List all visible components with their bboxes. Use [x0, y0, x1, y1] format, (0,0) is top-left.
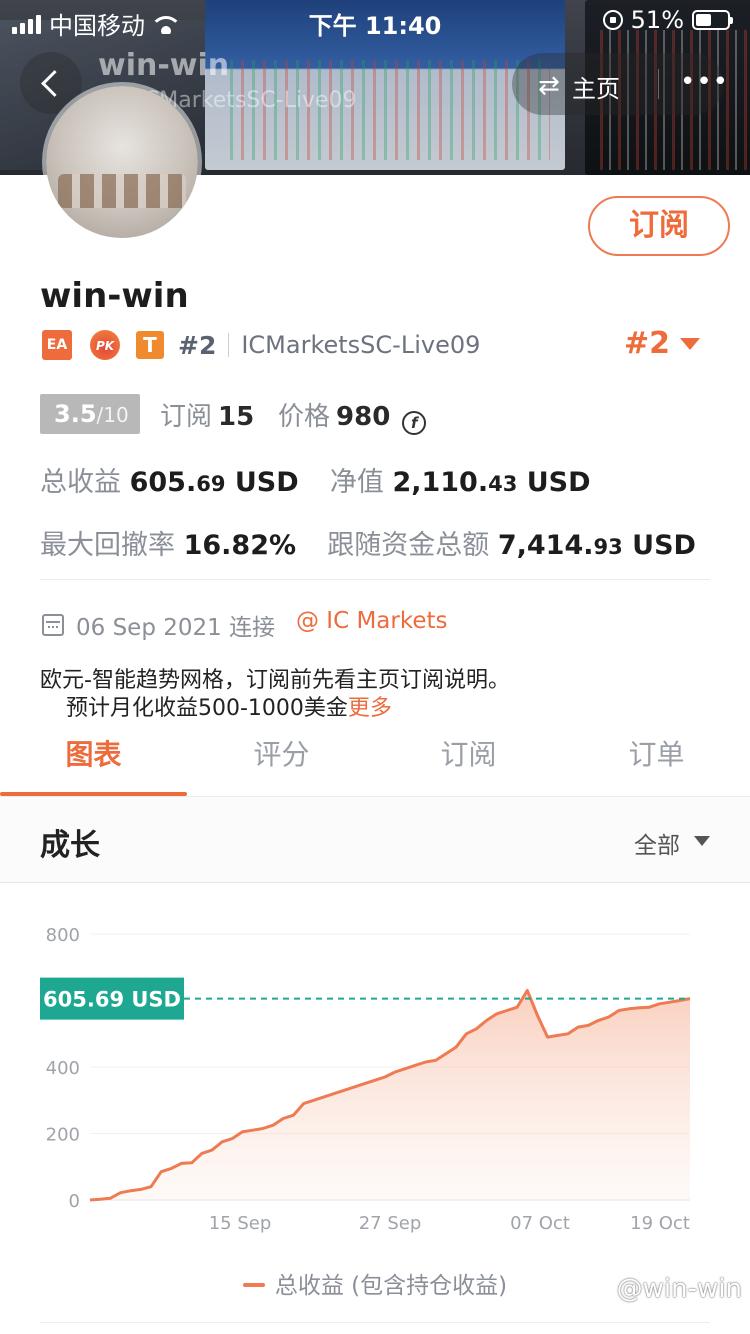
rotation-lock-icon — [602, 10, 623, 30]
connect-date: 06 Sep 2021 连接 — [76, 615, 276, 641]
x-tick-label: 15 Sep — [209, 1213, 272, 1234]
subscribers-label: 订阅 — [160, 402, 213, 432]
price-value: 980 — [336, 402, 391, 432]
t-badge-icon[interactable]: T — [136, 331, 164, 359]
price-stat: 价格 980 f — [278, 396, 427, 435]
x-tick-label: 07 Oct — [510, 1213, 570, 1234]
series-area — [90, 990, 690, 1200]
follow-value: 7,414.93 USD — [498, 530, 696, 561]
caret-down-icon[interactable] — [694, 836, 710, 846]
legend-swatch — [242, 1283, 265, 1287]
nav-title: win-win — [98, 48, 230, 83]
chevron-left-icon — [40, 69, 68, 97]
y-tick-label: 200 — [46, 1125, 80, 1146]
server-name: ICMarketsSC-Live09 — [241, 331, 481, 359]
pk-badge-icon[interactable]: PK — [90, 330, 120, 360]
metrics-row-2: 最大回撤率 16.82% 跟随资金总额 7,414.93 USD — [40, 523, 696, 562]
divider — [40, 579, 710, 580]
more-link[interactable]: 更多 — [348, 696, 392, 721]
section-divider — [0, 882, 750, 883]
metrics-row-1: 总收益 605.69 USD 净值 2,110.43 USD — [40, 460, 591, 499]
status-bar: 中国移动 下午 11:40 51% — [0, 0, 750, 40]
status-right-group: 51% — [602, 6, 733, 34]
y-tick-label: 800 — [46, 925, 80, 946]
subscribe-button[interactable]: 订阅 — [588, 196, 730, 256]
drawdown-value: 16.82% — [183, 530, 297, 561]
tab-bar: 图表 评分 订阅 订单 — [0, 726, 750, 796]
swap-icon[interactable]: ⇄ — [538, 71, 560, 101]
total-profit-int: 605. — [129, 467, 197, 498]
section-title: 成长 — [40, 828, 100, 863]
follow-label: 跟随资金总额 — [327, 530, 490, 561]
watermark: @win-win — [616, 1274, 742, 1304]
home-button[interactable]: 主页 — [572, 69, 620, 104]
caret-down-icon[interactable] — [680, 338, 700, 350]
bottom-divider — [40, 1322, 710, 1323]
broker-link[interactable]: @ IC Markets — [296, 608, 448, 634]
current-value-label: 605.69 USD — [43, 988, 181, 1012]
badge-row: EA PK T #2 ICMarketsSC-Live09 — [42, 328, 480, 362]
avatar[interactable] — [46, 86, 198, 238]
total-profit-unit: USD — [234, 467, 299, 498]
description-line-2: 预计月化收益500-1000美金更多 — [66, 690, 392, 722]
score-max: /10 — [96, 403, 129, 427]
x-tick-label: 19 Oct — [630, 1213, 690, 1234]
total-profit-value: 605.69 USD — [130, 467, 299, 498]
legend-label: 总收益 (包含持仓收益) — [274, 1273, 508, 1299]
tab-orders[interactable]: 订单 — [563, 726, 750, 796]
rank-label: #2 — [178, 330, 217, 360]
description-text-2: 预计月化收益500-1000美金 — [66, 696, 348, 721]
subscribers-stat: 订阅 15 — [160, 396, 254, 433]
price-label: 价格 — [278, 402, 331, 432]
score-badge: 3.5/10 — [40, 394, 140, 434]
range-selector[interactable]: 全部 — [634, 826, 680, 860]
drawdown-label: 最大回撤率 — [40, 530, 175, 561]
equity-dec: 43 — [488, 472, 518, 496]
battery-icon — [692, 10, 733, 30]
pill-divider — [658, 69, 659, 99]
coin-icon: f — [402, 411, 427, 435]
trader-name: win-win — [40, 276, 189, 316]
total-profit-label: 总收益 — [40, 467, 121, 498]
equity-value: 2,110.43 USD — [392, 467, 590, 498]
follow-unit: USD — [632, 530, 696, 561]
connect-info: 06 Sep 2021 连接 — [42, 608, 275, 642]
battery-percent: 51% — [630, 6, 684, 34]
tab-chart[interactable]: 图表 — [0, 726, 187, 796]
equity-int: 2,110. — [392, 467, 489, 498]
ea-badge-icon[interactable]: EA — [42, 330, 72, 360]
more-icon[interactable]: ••• — [680, 67, 729, 97]
y-tick-label: 0 — [69, 1191, 80, 1212]
y-tick-label: 400 — [46, 1058, 80, 1079]
badge-separator — [228, 333, 230, 357]
calendar-icon — [42, 614, 64, 636]
follow-dec: 93 — [593, 535, 623, 559]
growth-chart[interactable]: 0 200 400 800 15 Sep 27 Sep 07 Oct 19 Oct 605.… — [0, 900, 750, 1260]
home-pill: ⇄ 主页 ••• — [512, 53, 728, 115]
tab-subscribe[interactable]: 订阅 — [375, 726, 562, 796]
follow-int: 7,414. — [497, 530, 594, 561]
equity-label: 净值 — [329, 467, 384, 498]
score-value: 3.5 — [54, 400, 97, 428]
rank-selector[interactable]: #2 — [624, 326, 670, 361]
x-tick-label: 27 Sep — [359, 1213, 422, 1234]
equity-unit: USD — [526, 467, 591, 498]
subscribers-value: 15 — [218, 402, 255, 432]
total-profit-dec: 69 — [196, 472, 226, 496]
tab-rating[interactable]: 评分 — [188, 726, 375, 796]
